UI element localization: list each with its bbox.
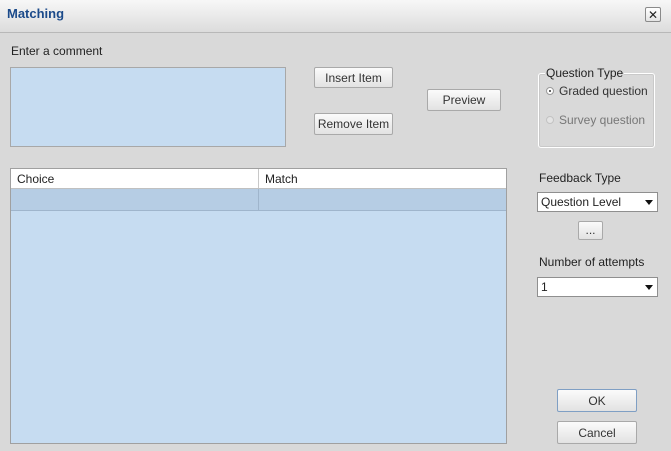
table-row[interactable]	[11, 189, 506, 211]
chevron-down-icon	[645, 285, 653, 290]
close-icon: ✕	[647, 8, 659, 22]
graded-question-label[interactable]: Graded question	[559, 84, 648, 98]
cancel-button[interactable]: Cancel	[557, 421, 637, 444]
attempts-select[interactable]: 1	[537, 277, 658, 297]
chevron-down-icon	[645, 200, 653, 205]
feedback-type-value: Question Level	[541, 195, 622, 209]
window-title: Matching	[7, 6, 65, 21]
graded-question-radio[interactable]	[546, 87, 554, 95]
survey-question-radio[interactable]	[546, 116, 554, 124]
matching-grid[interactable]: Choice Match	[10, 168, 507, 444]
feedback-type-select[interactable]: Question Level	[537, 192, 658, 212]
match-cell[interactable]	[259, 189, 506, 210]
grid-header: Choice Match	[11, 169, 506, 189]
feedback-type-label: Feedback Type	[539, 171, 621, 185]
ok-button[interactable]: OK	[557, 389, 637, 412]
title-bar: Matching ✕	[0, 0, 671, 33]
preview-button[interactable]: Preview	[427, 89, 501, 111]
feedback-ellipsis-button[interactable]: ...	[578, 221, 603, 240]
question-type-label: Question Type	[545, 66, 625, 80]
insert-item-button[interactable]: Insert Item	[314, 67, 393, 88]
column-header-match[interactable]: Match	[259, 169, 506, 188]
attempts-label: Number of attempts	[539, 255, 645, 269]
survey-question-label[interactable]: Survey question	[559, 113, 645, 127]
attempts-value: 1	[541, 280, 548, 294]
choice-cell[interactable]	[11, 189, 259, 210]
column-header-choice[interactable]: Choice	[11, 169, 259, 188]
comment-textbox[interactable]	[10, 67, 286, 147]
comment-label: Enter a comment	[11, 44, 103, 58]
remove-item-button[interactable]: Remove Item	[314, 113, 393, 135]
close-button[interactable]: ✕	[645, 7, 661, 22]
